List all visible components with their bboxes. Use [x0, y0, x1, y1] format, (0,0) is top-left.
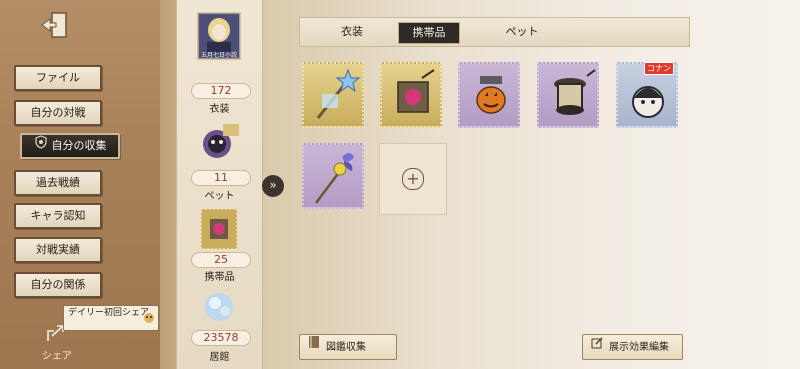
tab-accessory[interactable]: 携帯品	[398, 22, 460, 44]
costume-label: 衣装	[209, 104, 230, 115]
menu-item-my-relations[interactable]: 自分の関係	[14, 272, 102, 298]
menu-item-label: 過去戦績	[36, 176, 80, 189]
pet-label: ペット	[204, 191, 235, 202]
museum-thumbnail[interactable]	[197, 285, 241, 333]
category-tab-bar: 衣装 携帯品 ペット	[299, 17, 690, 47]
book-icon	[308, 335, 320, 359]
butterfly-wand-item[interactable]	[302, 143, 364, 209]
edit-display-effect-button[interactable]: 展示効果編集	[582, 334, 683, 360]
menu-item-file[interactable]: ファイル	[14, 65, 102, 91]
menu-item-label: 自分の収集	[51, 139, 107, 152]
edit-icon	[591, 335, 603, 359]
pumpkin-lantern-item[interactable]	[458, 62, 520, 128]
star-staff-item[interactable]	[302, 62, 364, 128]
accessory-label: 携帯品	[204, 272, 235, 283]
exit-door-icon	[41, 12, 67, 38]
share-label: シェア	[42, 351, 72, 362]
daily-share-text: デイリー初回シェア	[68, 308, 150, 318]
menu-item-character-recognition[interactable]: キャラ認知	[14, 203, 102, 229]
pumpkin-lantern-icon	[476, 76, 506, 114]
dark-lantern-item[interactable]	[537, 62, 599, 128]
accessory-thumbnail[interactable]	[197, 205, 241, 253]
menu-item-label: 自分の関係	[30, 278, 86, 291]
collection-stats-column: 五月七日小説 172 衣装 11 ペット 25 携帯品 23578 居館	[176, 0, 263, 369]
plus-icon: +	[402, 168, 424, 190]
menu-item-match-achievements[interactable]: 対戦実績	[14, 237, 102, 263]
collection-catalog-button[interactable]: 図鑑収集	[299, 334, 397, 360]
star-staff-icon	[316, 68, 361, 119]
gift-character-icon	[144, 313, 154, 323]
tab-label: 衣装	[341, 25, 363, 38]
accessory-count: 25	[191, 252, 251, 268]
menu-item-my-matches[interactable]: 自分の対戦	[14, 100, 102, 126]
gem-lantern-icon	[397, 69, 435, 113]
edit-display-effect-label: 展示効果編集	[609, 342, 669, 353]
tab-pet[interactable]: ペット	[492, 22, 552, 42]
gem-lantern-item[interactable]	[380, 62, 442, 128]
menu-item-label: キャラ認知	[30, 209, 86, 222]
menu-item-past-records[interactable]: 過去戦績	[14, 170, 102, 196]
collection-catalog-label: 図鑑収集	[326, 342, 366, 353]
side-menu-panel: ファイル 自分の対戦 自分の収集 過去戦績 キャラ認知 対戦実績 自分の関係 デ…	[0, 0, 160, 369]
menu-item-label: ファイル	[36, 71, 80, 84]
shield-icon	[34, 135, 48, 157]
character-pendant-item[interactable]: コナン	[616, 62, 678, 128]
menu-item-my-collection[interactable]: 自分の収集	[20, 133, 120, 159]
double-chevron-right-icon: »	[269, 178, 277, 192]
costume-card-caption: 五月七日小説	[200, 52, 237, 59]
costume-thumbnail[interactable]: 五月七日小説	[197, 12, 241, 60]
pet-thumbnail[interactable]	[197, 118, 241, 166]
costume-count: 172	[191, 83, 251, 99]
pet-count: 11	[191, 170, 251, 186]
add-item-slot[interactable]: +	[379, 143, 447, 215]
museum-label: 居館	[209, 352, 230, 363]
collab-badge: コナン	[644, 62, 674, 75]
tab-costume[interactable]: 衣装	[322, 22, 382, 42]
tab-label: ペット	[505, 25, 539, 38]
expand-button[interactable]: »	[262, 175, 284, 197]
dark-lantern-icon	[554, 69, 596, 115]
menu-item-label: 対戦実績	[36, 243, 80, 256]
menu-item-label: 自分の対戦	[30, 106, 86, 119]
daily-share-tooltip: デイリー初回シェア	[63, 305, 159, 331]
tab-label: 携帯品	[412, 26, 446, 39]
butterfly-wand-icon	[315, 153, 354, 204]
museum-count: 23578	[191, 330, 251, 346]
exit-button[interactable]	[40, 10, 74, 42]
